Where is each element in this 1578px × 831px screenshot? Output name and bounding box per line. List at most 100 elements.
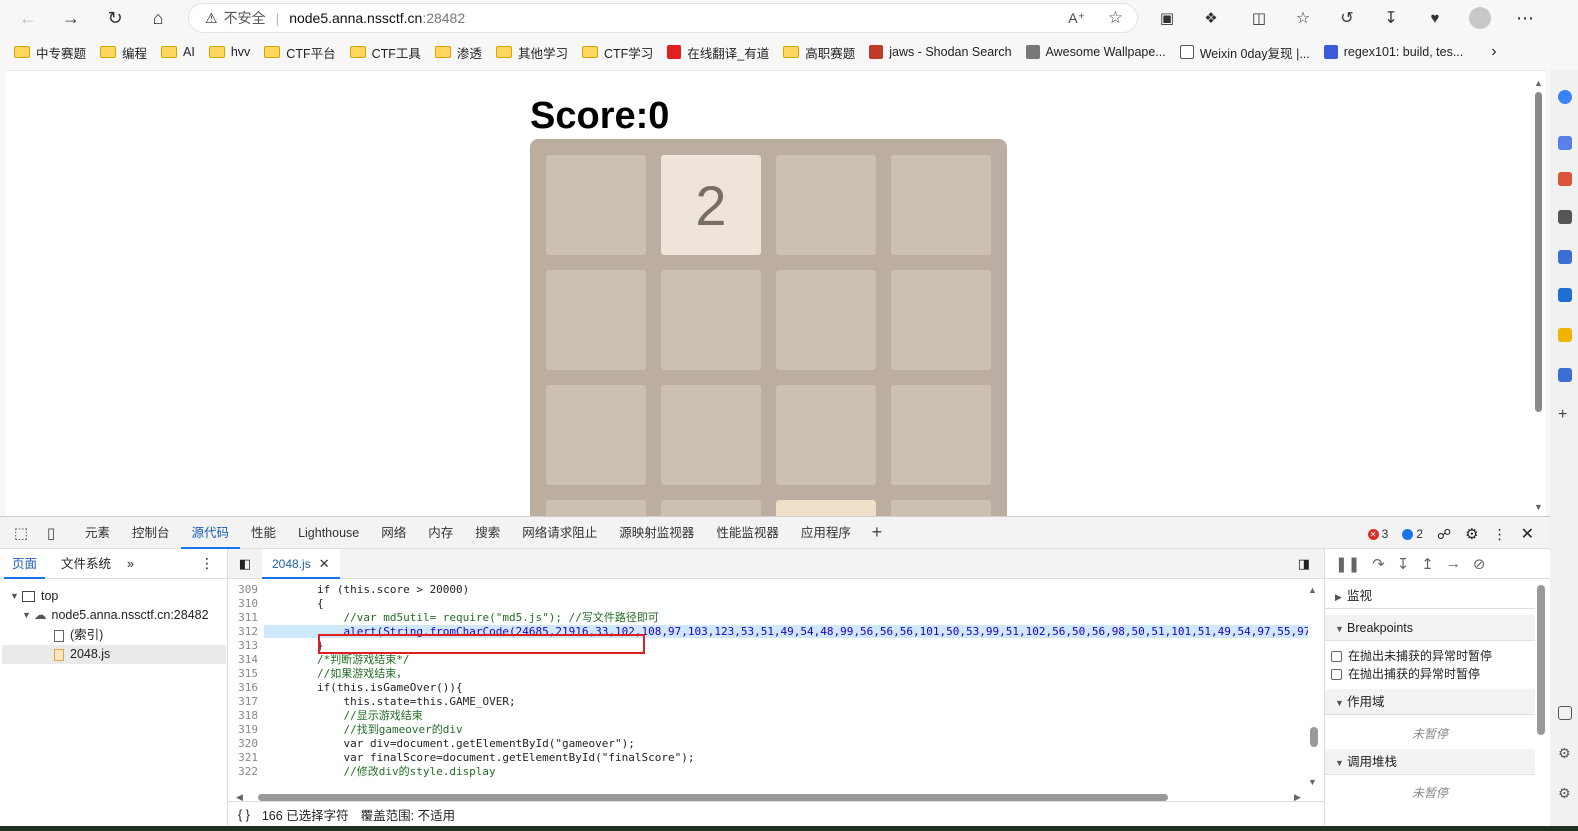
line-number[interactable]: 314 (228, 653, 264, 667)
games-icon[interactable] (1558, 250, 1572, 264)
tab-filesystem[interactable]: 文件系统 (49, 549, 123, 579)
code-line[interactable]: 318 //显示游戏结束 (228, 709, 423, 723)
close-devtools-icon[interactable]: ✕ (1521, 524, 1534, 544)
code-line[interactable]: 309 if (this.score > 20000) (228, 583, 469, 597)
back-icon[interactable]: ← (14, 4, 42, 32)
tools-icon[interactable] (1558, 210, 1572, 224)
favorite-star-icon[interactable]: ☆ (1108, 8, 1123, 28)
bookmark-item[interactable]: 高职赛题 (783, 43, 855, 62)
bookmark-item[interactable]: jaws - Shodan Search (869, 45, 1012, 59)
deactivate-breakpoints-icon[interactable]: ⊘ (1473, 555, 1486, 573)
code-line[interactable]: 315 //如果游戏结束， (228, 667, 407, 681)
extensions-icon[interactable]: ❖ (1197, 4, 1225, 32)
devtools-tab[interactable]: 搜索 (464, 517, 511, 549)
close-tab-icon[interactable]: ✕ (319, 549, 330, 579)
drive-icon[interactable] (1558, 328, 1572, 342)
bookmark-item[interactable]: hvv (208, 45, 250, 59)
home-icon[interactable]: ⌂ (144, 4, 172, 32)
section-call-stack[interactable]: ▼ 调用堆栈 (1325, 749, 1535, 775)
devtools-tab[interactable]: Lighthouse (287, 517, 370, 549)
step-icon[interactable]: → (1446, 555, 1461, 572)
devtools-tab[interactable]: 应用程序 (790, 517, 862, 549)
bookmark-item[interactable]: CTF工具 (349, 43, 421, 62)
toggle-debugger-icon[interactable]: ◨ (1298, 556, 1310, 572)
pause-uncaught-checkbox[interactable]: 在抛出未捕获的异常时暂停 (1331, 647, 1492, 665)
code-line[interactable]: 314 /*判断游戏结束*/ (228, 653, 409, 667)
line-number[interactable]: 315 (228, 667, 264, 681)
tree-file-2048[interactable]: 2048.js (2, 645, 226, 664)
devtools-tab[interactable]: 控制台 (121, 517, 181, 549)
shopping-icon[interactable] (1558, 172, 1572, 186)
sidebar-settings-icon[interactable]: ⚙ (1558, 746, 1572, 760)
code-line[interactable]: 319 //找到gameover的div (228, 723, 462, 737)
devtools-tab[interactable]: 网络请求阻止 (511, 517, 608, 549)
bookmark-item[interactable]: CTF学习 (581, 43, 653, 62)
line-number[interactable]: 322 (228, 765, 264, 779)
scroll-up-icon[interactable]: ▲ (1534, 78, 1543, 88)
pretty-print-button[interactable]: { } (238, 808, 250, 822)
copilot-icon[interactable] (1558, 136, 1572, 150)
download-icon[interactable]: ↧ (1377, 4, 1405, 32)
inspect-element-icon[interactable]: ⬚ (6, 524, 36, 542)
line-number[interactable]: 318 (228, 709, 264, 723)
navigator-menu-icon[interactable]: ⋮ (200, 555, 214, 572)
url-host[interactable]: node5.anna.nssctf.cn (289, 10, 422, 26)
address-bar[interactable]: ⚠ 不安全 | node5.anna.nssctf.cn:28482 A⁺ ☆ (188, 3, 1138, 33)
code-line[interactable]: 320 var div=document.getElementById("gam… (228, 737, 635, 751)
tree-host[interactable]: ▼ ☁ node5.anna.nssctf.cn:28482 (22, 606, 209, 625)
bookmark-item[interactable]: 渗透 (434, 43, 482, 62)
step-out-icon[interactable]: ↥ (1421, 555, 1434, 573)
gamepad-icon[interactable]: ▣ (1153, 4, 1181, 32)
reload-icon[interactable]: ↻ (101, 4, 129, 32)
section-breakpoints[interactable]: ▼ Breakpoints (1325, 615, 1535, 641)
bookmark-item[interactable]: 编程 (100, 43, 147, 62)
forward-icon[interactable]: → (57, 4, 85, 32)
devtools-tab[interactable]: 元素 (74, 517, 121, 549)
code-line[interactable]: 321 var finalScore=document.getElementBy… (228, 751, 694, 765)
step-over-icon[interactable]: ↷ (1372, 555, 1385, 573)
bookmarks-overflow-icon[interactable]: › (1491, 43, 1496, 61)
code-scroll-down-icon[interactable]: ▼ (1308, 777, 1317, 787)
code-line[interactable]: 310 { (228, 597, 323, 611)
customize-icon[interactable]: ☍ (1437, 526, 1451, 543)
line-number[interactable]: 319 (228, 723, 264, 737)
tab-page[interactable]: 页面 (0, 549, 49, 579)
line-number[interactable]: 310 (228, 597, 264, 611)
add-icon[interactable]: + (1558, 407, 1572, 423)
devtools-tab[interactable]: 源代码 (180, 517, 241, 549)
section-scope[interactable]: ▼ 作用域 (1325, 689, 1535, 715)
code-scroll-up-icon[interactable]: ▲ (1308, 585, 1317, 595)
code-line[interactable]: 311 //var md5util= require("md5.js"); //… (228, 611, 659, 625)
search-icon[interactable] (1558, 90, 1572, 104)
url-port[interactable]: :28482 (422, 10, 465, 26)
split-screen-icon[interactable]: ◫ (1245, 4, 1273, 32)
settings-gear-icon[interactable]: ⚙ (1465, 525, 1478, 543)
bookmark-item[interactable]: CTF平台 (264, 43, 336, 62)
history-icon[interactable]: ↺ (1333, 4, 1361, 32)
code-scroll-thumb[interactable] (1310, 727, 1318, 747)
debugger-scroll-thumb[interactable] (1537, 585, 1545, 735)
code-lines[interactable]: 309 if (this.score > 20000) 310 {311 //va… (228, 583, 1308, 779)
code-line[interactable]: 316 if(this.isGameOver()){ (228, 681, 463, 695)
line-number[interactable]: 316 (228, 681, 264, 695)
favorites-icon[interactable]: ☆ (1289, 4, 1317, 32)
scroll-down-icon[interactable]: ▼ (1534, 502, 1543, 512)
line-number[interactable]: 320 (228, 737, 264, 751)
page-scroll-thumb[interactable] (1535, 92, 1542, 412)
screenshot-icon[interactable] (1558, 706, 1572, 720)
devtools-tab[interactable]: 性能 (240, 517, 287, 549)
devtools-tab[interactable]: 网络 (370, 517, 417, 549)
line-number[interactable]: 313 (228, 639, 264, 653)
line-number[interactable]: 312 (228, 625, 264, 639)
section-watch[interactable]: ▶ 监视 (1325, 583, 1535, 609)
warning-icon[interactable]: ⚠ (205, 10, 218, 27)
error-badge[interactable]: ✕ 3 (1367, 527, 1388, 541)
devtools-tab[interactable]: 性能监视器 (705, 517, 790, 549)
pause-caught-checkbox[interactable]: 在抛出捕获的异常时暂停 (1331, 665, 1480, 683)
device-toolbar-icon[interactable]: ▯ (36, 524, 66, 542)
bookmark-item[interactable]: 中专赛题 (14, 43, 86, 62)
tree-top[interactable]: ▼ top (10, 587, 58, 606)
bookmark-item[interactable]: regex101: build, tes... (1323, 45, 1463, 59)
page-scrollbar[interactable]: ▲ ▼ (1534, 78, 1543, 512)
performance-icon[interactable]: ♥ (1421, 4, 1449, 32)
